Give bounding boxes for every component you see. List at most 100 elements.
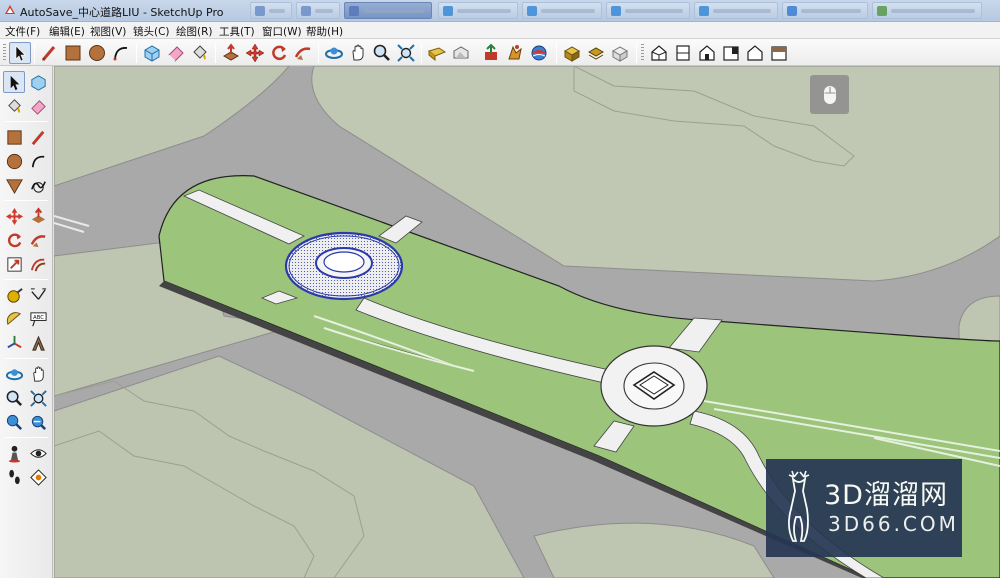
paint-bucket-button[interactable] [3, 95, 25, 117]
pan-tool-button[interactable] [347, 42, 369, 64]
section-plane-button[interactable] [27, 466, 49, 488]
menu-item[interactable]: 镜头(C) [133, 24, 170, 39]
taskbar-tab-label-blurred [713, 9, 771, 13]
toolbar-grip[interactable] [641, 44, 644, 62]
taskbar-app-icon [443, 6, 453, 16]
taskbar-tab-label-blurred [363, 9, 425, 13]
right-view-button[interactable] [720, 42, 742, 64]
paint-bucket-button[interactable] [189, 42, 211, 64]
follow-me-button[interactable] [27, 229, 49, 251]
top-view-button[interactable] [672, 42, 694, 64]
menu-item[interactable]: 视图(V) [90, 24, 126, 39]
offset-tool-button[interactable] [27, 253, 49, 275]
line-tool-button[interactable] [27, 126, 49, 148]
rotate-tool-button[interactable] [268, 42, 290, 64]
text-tool-button[interactable]: ABC [27, 308, 49, 330]
circle-tool-button[interactable] [86, 42, 108, 64]
make-component-button[interactable] [27, 71, 49, 93]
push-pull-icon [222, 43, 240, 61]
zoom-tool-button[interactable] [371, 42, 393, 64]
zoom-extents-button[interactable] [395, 42, 417, 64]
polygon-icon [5, 178, 23, 194]
rectangle-tool-button[interactable] [3, 126, 25, 148]
drawing-viewport[interactable]: 3D溜溜网 3D66.COM [54, 66, 1000, 578]
style-button[interactable] [561, 42, 583, 64]
eraser-icon [168, 46, 184, 62]
rotate-tool-button[interactable] [3, 229, 25, 251]
zoom-icon [6, 390, 22, 406]
front-view-button[interactable] [696, 42, 718, 64]
outliner-button[interactable] [609, 42, 631, 64]
protractor-tool-button[interactable] [3, 308, 25, 330]
left-view-button[interactable] [768, 42, 790, 64]
toolbar-grip[interactable] [3, 44, 6, 62]
iso-view-button[interactable] [648, 42, 670, 64]
menu-item[interactable]: 帮助(H) [306, 24, 343, 39]
3d-text-button[interactable] [27, 332, 49, 354]
move-tool-button[interactable] [3, 205, 25, 227]
rectangle-tool-button[interactable] [62, 42, 84, 64]
arc-tool-button[interactable] [27, 150, 49, 172]
taskbar-app-icon [611, 6, 621, 16]
taskbar-tab[interactable] [522, 2, 602, 19]
freehand-tool-button[interactable] [27, 174, 49, 196]
arc-tool-button[interactable] [110, 42, 132, 64]
menu-item[interactable]: 窗口(W) [262, 24, 302, 39]
taskbar-tab[interactable] [344, 2, 432, 19]
plaza-right[interactable] [600, 345, 708, 427]
zoom-extents-button[interactable] [3, 411, 25, 433]
components-button[interactable] [528, 42, 550, 64]
plaza-selected[interactable] [284, 231, 404, 301]
materials-button[interactable] [426, 42, 448, 64]
axes-tool-button[interactable] [3, 332, 25, 354]
orbit-tool-button[interactable] [323, 42, 345, 64]
zoom-extents-icon [6, 414, 22, 430]
scale-tool-button[interactable] [3, 253, 25, 275]
taskbar-tab[interactable] [296, 2, 340, 19]
orbit-tool-button[interactable] [3, 363, 25, 385]
dimension-tool-button[interactable] [27, 284, 49, 306]
send-to-layout-button[interactable] [480, 42, 502, 64]
navigation-mode-badge[interactable] [810, 75, 849, 114]
eraser-tool-button[interactable] [165, 42, 187, 64]
select-tool-button[interactable] [3, 71, 25, 93]
warehouse-button[interactable] [450, 42, 472, 64]
taskbar-tab[interactable] [782, 2, 868, 19]
make-component-button[interactable] [141, 42, 163, 64]
menu-item[interactable]: 文件(F) [5, 24, 40, 39]
move-tool-button[interactable] [244, 42, 266, 64]
menu-item[interactable]: 编辑(E) [49, 24, 85, 39]
taskbar-tab-label-blurred [625, 9, 683, 13]
taskbar-tab[interactable] [872, 2, 982, 19]
zoom-window-button[interactable] [27, 387, 49, 409]
circle-tool-button[interactable] [3, 150, 25, 172]
taskbar-tab[interactable] [606, 2, 690, 19]
window-title: AutoSave_中心道路LIU - SketchUp Pro [20, 6, 224, 19]
walk-tool-button[interactable] [3, 466, 25, 488]
select-tool-button[interactable] [9, 42, 31, 64]
line-tool-button[interactable] [38, 42, 60, 64]
taskbar-app-icon [527, 6, 537, 16]
look-around-button[interactable] [27, 442, 49, 464]
extension-warehouse-button[interactable] [504, 42, 526, 64]
taskbar-tab[interactable] [694, 2, 778, 19]
menu-item[interactable]: 工具(T) [219, 24, 255, 39]
send-to-layout-icon [485, 43, 497, 60]
taskbar-tab[interactable] [438, 2, 518, 19]
taskbar-tab[interactable] [250, 2, 292, 19]
position-camera-button[interactable] [3, 442, 25, 464]
layers-button[interactable] [585, 42, 607, 64]
eraser-tool-button[interactable] [27, 95, 49, 117]
polygon-tool-button[interactable] [3, 174, 25, 196]
zoom-tool-button[interactable] [3, 387, 25, 409]
push-pull-button[interactable] [220, 42, 242, 64]
rotate-icon [272, 45, 287, 61]
menu-item[interactable]: 绘图(R) [176, 24, 213, 39]
tape-measure-button[interactable] [3, 284, 25, 306]
pan-tool-button[interactable] [27, 363, 49, 385]
follow-me-button[interactable] [292, 42, 314, 64]
circle-icon [6, 153, 22, 169]
back-view-button[interactable] [744, 42, 766, 64]
push-pull-button[interactable] [27, 205, 49, 227]
previous-view-button[interactable] [27, 411, 49, 433]
